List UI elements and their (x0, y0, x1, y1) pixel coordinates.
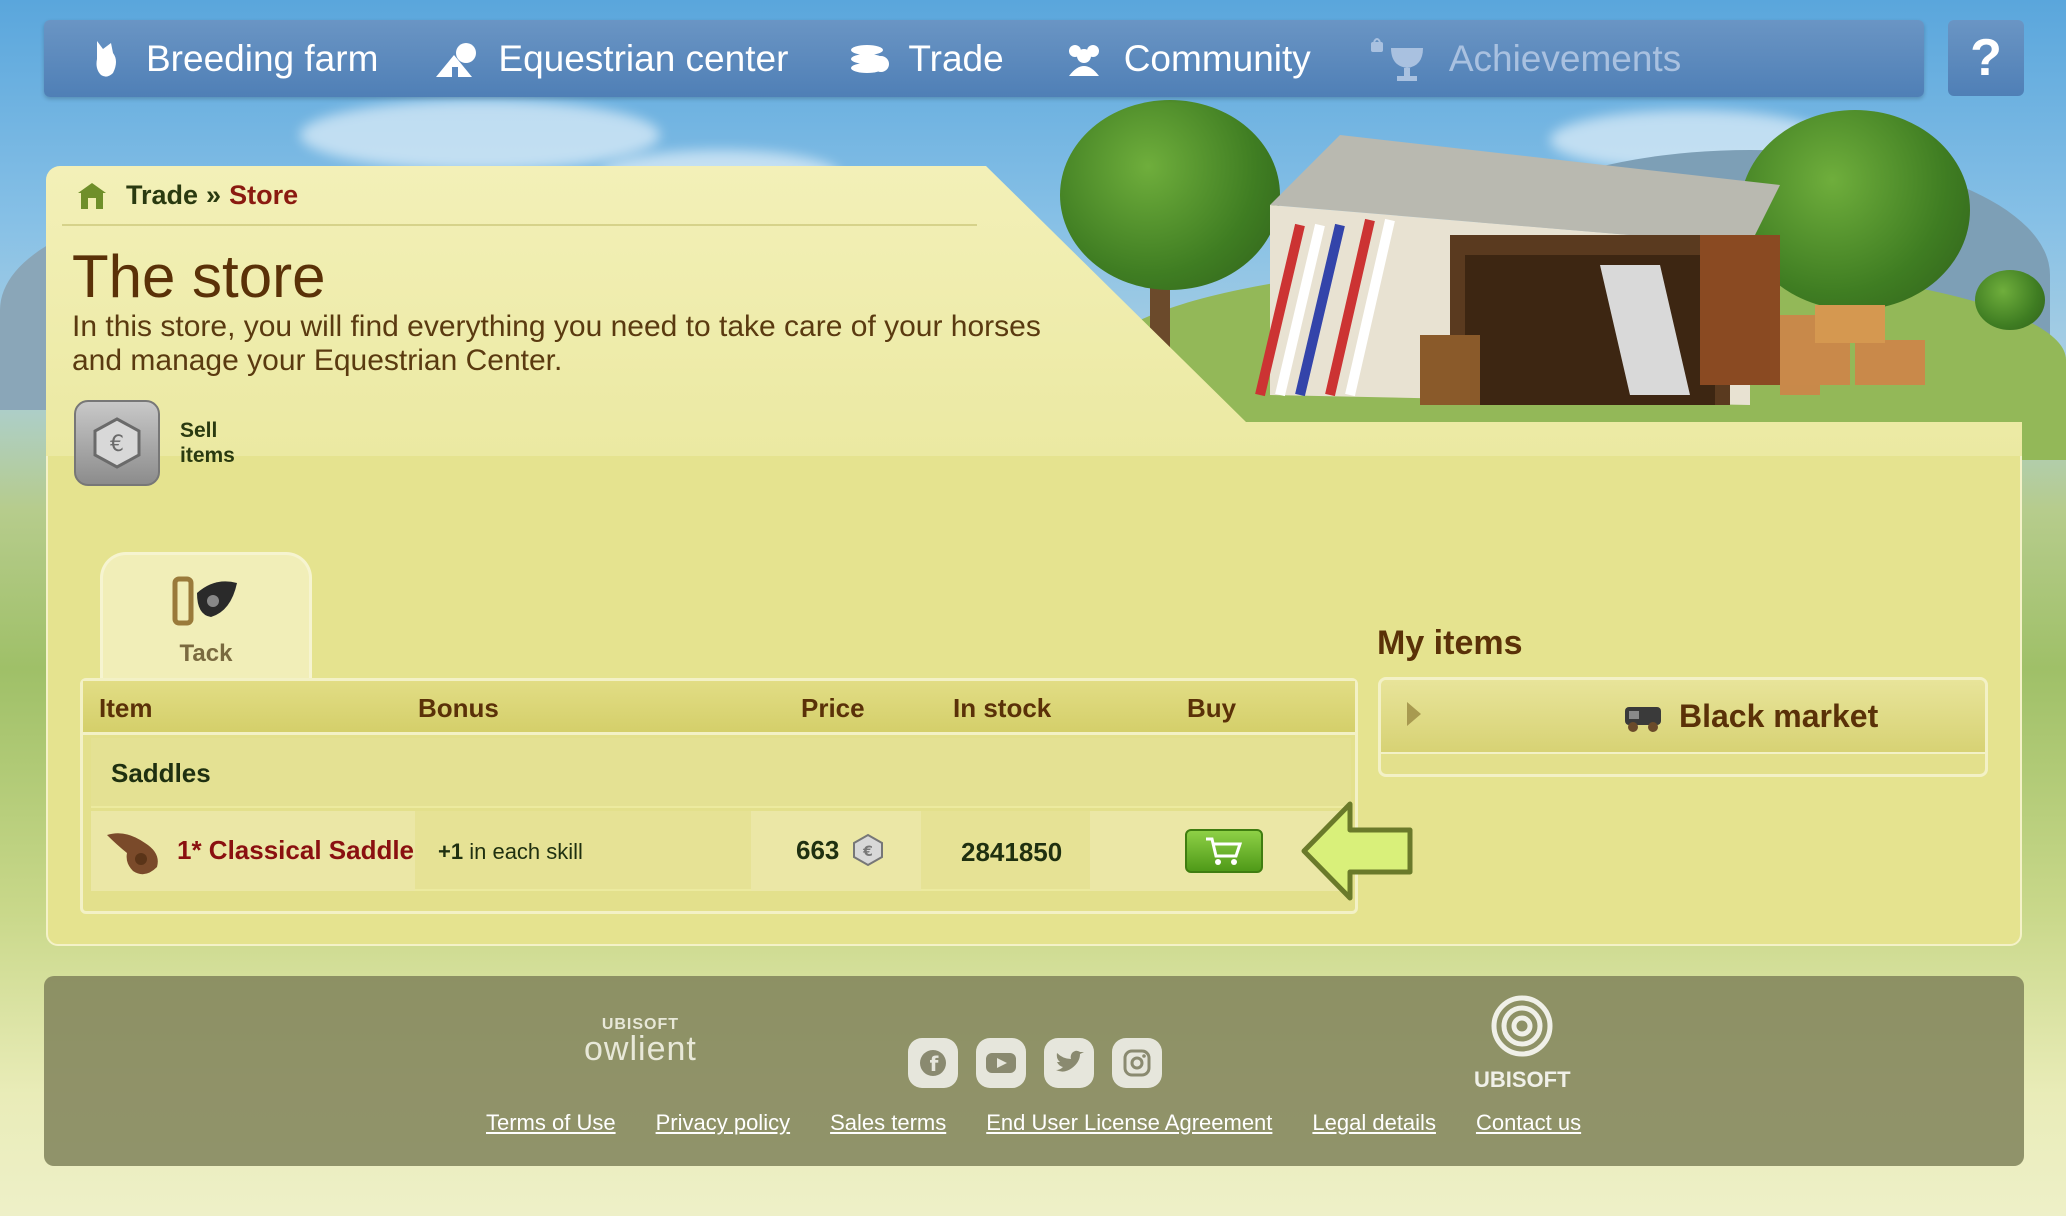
nav-community[interactable]: Community (1062, 37, 1311, 81)
bonus-value: +1 (438, 839, 464, 864)
nav-label: Trade (908, 37, 1004, 79)
section-row: Saddles (91, 738, 1351, 808)
owlient-logo[interactable]: UBISOFT owlient (584, 1016, 697, 1069)
header-stock: In stock (953, 693, 1052, 723)
ubisoft-logo[interactable]: UBISOFT (1474, 994, 1571, 1093)
barn-illustration (1255, 135, 1820, 405)
svg-text:€: € (110, 432, 124, 457)
table-row: 1* Classical Saddle +1 in each skill 663… (91, 811, 1352, 891)
breadcrumb-divider (62, 224, 977, 226)
nav-label: Equestrian center (498, 37, 789, 79)
pointer-arrow-icon (1301, 801, 1413, 901)
item-name[interactable]: 1* Classical Saddle (177, 835, 414, 866)
svg-text:€: € (863, 844, 874, 860)
trophy-icon (1369, 37, 1431, 81)
section-saddles: Saddles (111, 758, 211, 788)
header-buy: Buy (1187, 693, 1237, 723)
header-price: Price (801, 693, 865, 723)
horse-head-icon (84, 37, 128, 81)
svg-text:f: f (930, 1052, 939, 1076)
black-market-panel: Black market (1378, 677, 1988, 777)
nav-breeding-farm[interactable]: Breeding farm (84, 37, 378, 81)
footer-link-contact[interactable]: Contact us (1476, 1110, 1581, 1136)
owlient-big: owlient (584, 1030, 697, 1068)
breadcrumb-separator: » (206, 180, 222, 210)
coins-icon (846, 37, 890, 81)
page-description: In this store, you will find everything … (72, 310, 1041, 377)
cloud (300, 100, 660, 170)
breadcrumb-store[interactable]: Store (229, 180, 298, 211)
footer-link-privacy[interactable]: Privacy policy (656, 1110, 790, 1136)
wagon-icon (1621, 701, 1665, 733)
footer: UBISOFT owlient f UBISOFT Terms of Use P… (44, 976, 2024, 1166)
tab-tack[interactable]: Tack (100, 552, 312, 682)
tree (1975, 270, 2045, 330)
price-value: 663 (796, 834, 840, 865)
people-icon (1062, 37, 1106, 81)
help-button[interactable]: ? (1948, 20, 2024, 96)
facebook-icon[interactable]: f (908, 1038, 958, 1088)
tack-icon (171, 571, 241, 632)
saddle-icon (105, 823, 165, 884)
caret-right-icon (1407, 702, 1421, 726)
home-icon[interactable] (78, 182, 106, 209)
twitter-icon[interactable] (1044, 1038, 1094, 1088)
black-market-toggle[interactable]: Black market (1381, 680, 1985, 754)
bonus-text: in each skill (469, 839, 583, 864)
nav-achievements[interactable]: Achievements (1369, 37, 1681, 81)
nav-equestrian-center[interactable]: Equestrian center (436, 37, 788, 81)
table-header: Item Bonus Price In stock Buy (83, 681, 1355, 735)
breadcrumb: Trade » Store (78, 180, 298, 211)
coin-icon: € (851, 833, 885, 867)
cart-icon (1204, 836, 1244, 866)
sell-coin-icon: € (74, 400, 160, 486)
footer-link-sales[interactable]: Sales terms (830, 1110, 946, 1136)
nav-label: Achievements (1448, 37, 1682, 79)
black-market-label: Black market (1621, 698, 1878, 735)
nav-label: Community (1123, 37, 1311, 79)
ubisoft-swirl-icon (1491, 995, 1553, 1057)
page-title: The store (72, 243, 326, 310)
buy-button[interactable] (1185, 829, 1263, 873)
nav-label: Breeding farm (146, 37, 379, 79)
footer-link-legal[interactable]: Legal details (1312, 1110, 1436, 1136)
footer-links: Terms of Use Privacy policy Sales terms … (486, 1110, 1621, 1136)
footer-link-eula[interactable]: End User License Agreement (986, 1110, 1272, 1136)
footer-link-terms[interactable]: Terms of Use (486, 1110, 616, 1136)
item-bonus: +1 in each skill (438, 839, 583, 865)
center-icon (436, 37, 480, 81)
my-items-title: My items (1377, 624, 1523, 662)
header-item: Item (99, 693, 153, 723)
hay-bales (1780, 305, 1925, 385)
header-bonus: Bonus (418, 693, 499, 723)
instagram-icon[interactable] (1112, 1038, 1162, 1088)
tab-label: Tack (179, 640, 233, 667)
sell-items-button[interactable]: € Sell items (74, 400, 260, 486)
nav-trade[interactable]: Trade (846, 37, 1004, 81)
item-stock: 2841850 (961, 837, 1063, 867)
youtube-icon[interactable] (976, 1038, 1026, 1088)
black-market-text: Black market (1679, 698, 1879, 734)
breadcrumb-trade[interactable]: Trade (126, 180, 198, 211)
sell-items-label: Sell items (180, 419, 235, 467)
top-navigation: Breeding farm Equestrian center Trade Co… (44, 20, 1924, 97)
store-table: Item Bonus Price In stock Buy Saddles 1*… (80, 678, 1358, 914)
item-price: 663 € (796, 833, 885, 867)
ubisoft-name: UBISOFT (1474, 1067, 1571, 1092)
